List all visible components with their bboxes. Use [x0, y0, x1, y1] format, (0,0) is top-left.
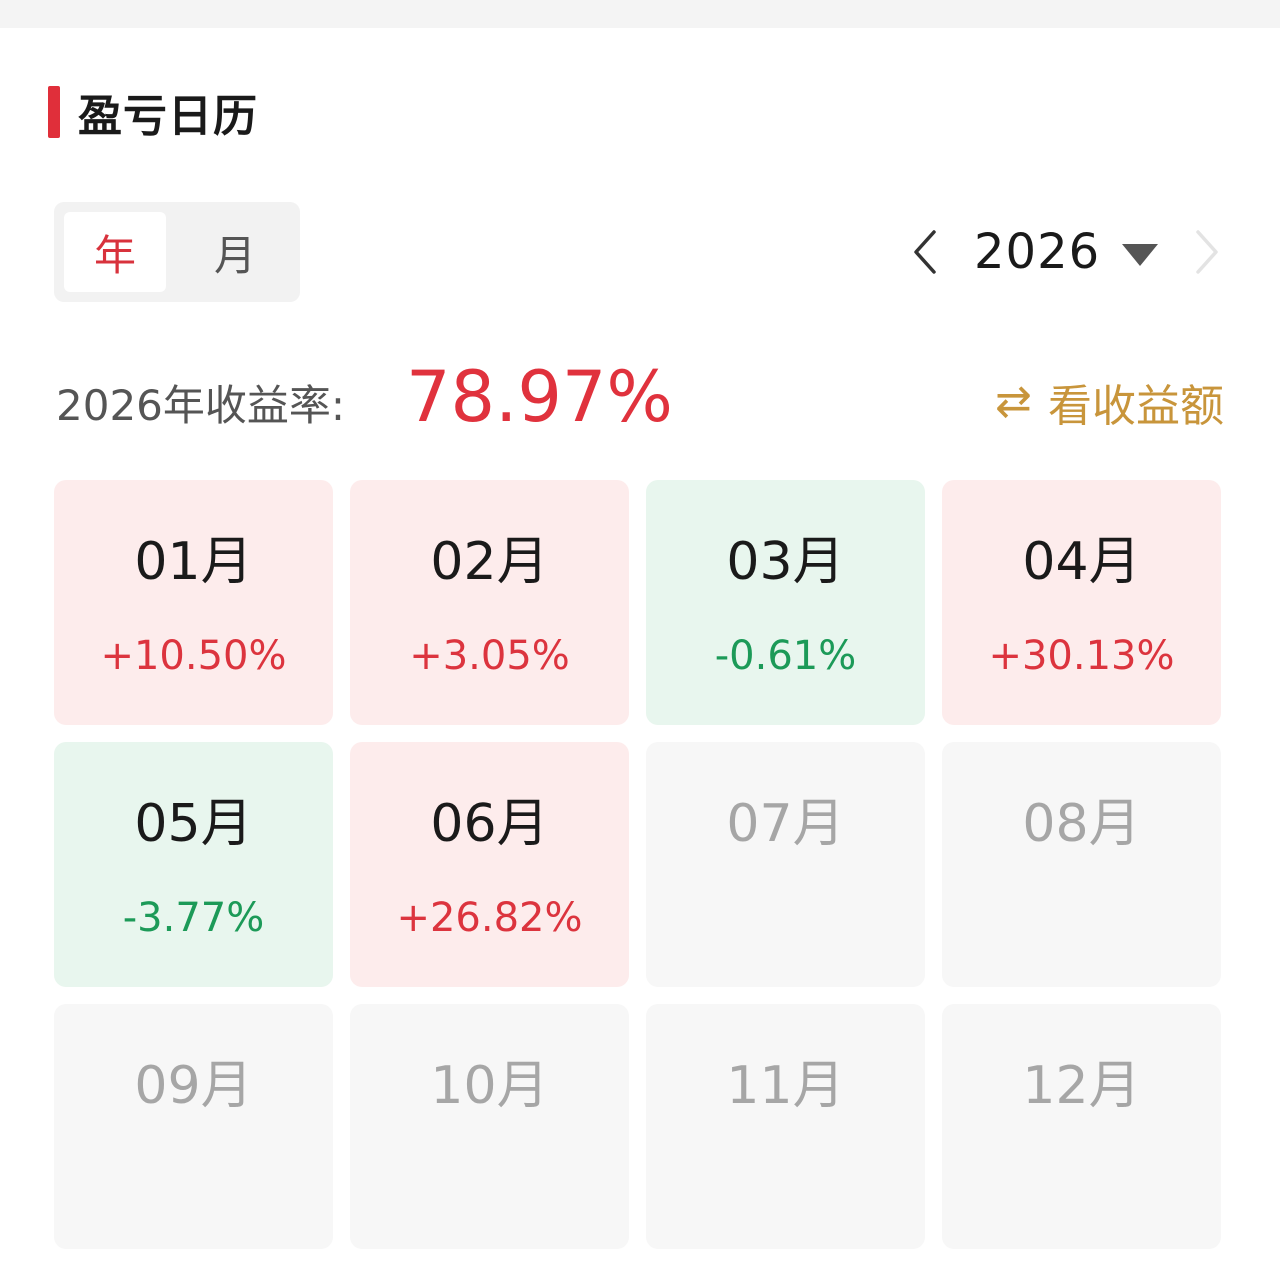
chevron-left-icon[interactable]	[906, 224, 946, 280]
month-return: -3.77%	[122, 895, 265, 941]
title-accent-bar	[48, 86, 60, 138]
month-cell[interactable]: 08月	[942, 742, 1221, 987]
month-label: 06月	[430, 794, 549, 854]
month-cell[interactable]: 02月 +3.05%	[350, 480, 629, 725]
top-divider-strip	[0, 0, 1280, 28]
section-title: 盈亏日历	[78, 91, 258, 142]
month-label: 05月	[134, 794, 253, 854]
month-label: 10月	[430, 1056, 549, 1116]
month-label: 02月	[430, 532, 549, 592]
month-label: 08月	[1022, 794, 1141, 854]
month-cell[interactable]: 05月 -3.77%	[54, 742, 333, 987]
view-amount-label: 看收益额	[1048, 381, 1224, 432]
month-cell[interactable]: 07月	[646, 742, 925, 987]
tab-year[interactable]: 年	[64, 212, 166, 292]
month-label: 12月	[1022, 1056, 1141, 1116]
month-return: +26.82%	[396, 895, 583, 941]
month-return: +3.05%	[409, 633, 570, 679]
chevron-right-icon[interactable]	[1186, 224, 1226, 280]
tab-month[interactable]: 月	[184, 212, 286, 292]
month-cell[interactable]: 12月	[942, 1004, 1221, 1249]
month-cell[interactable]: 11月	[646, 1004, 925, 1249]
view-amount-toggle[interactable]: ⇄ 看收益额	[995, 370, 1224, 434]
swap-arrows-icon: ⇄	[995, 376, 1032, 427]
month-label: 09月	[134, 1056, 253, 1116]
month-label: 11月	[726, 1056, 845, 1116]
section-header: 盈亏日历	[48, 82, 258, 142]
month-return: -0.61%	[714, 633, 857, 679]
month-cell[interactable]: 10月	[350, 1004, 629, 1249]
annual-return-value: 78.97%	[406, 356, 673, 438]
year-value: 2026	[974, 224, 1101, 280]
month-grid: 01月 +10.50% 02月 +3.05% 03月 -0.61% 04月 +3…	[54, 480, 1224, 1249]
month-cell[interactable]: 06月 +26.82%	[350, 742, 629, 987]
month-return: +30.13%	[988, 633, 1175, 679]
month-label: 01月	[134, 532, 253, 592]
month-label: 04月	[1022, 532, 1141, 592]
month-cell[interactable]: 04月 +30.13%	[942, 480, 1221, 725]
year-dropdown[interactable]: 2026	[974, 212, 1159, 292]
month-label: 03月	[726, 532, 845, 592]
year-navigator: 2026	[900, 212, 1230, 292]
month-cell[interactable]: 01月 +10.50%	[54, 480, 333, 725]
month-cell[interactable]: 03月 -0.61%	[646, 480, 925, 725]
month-cell[interactable]: 09月	[54, 1004, 333, 1249]
annual-return-row: 2026年收益率: 78.97% ⇄ 看收益额	[56, 350, 1226, 450]
month-return: +10.50%	[100, 633, 287, 679]
month-label: 07月	[726, 794, 845, 854]
annual-return-label: 2026年收益率:	[56, 381, 346, 430]
caret-down-icon	[1122, 244, 1159, 266]
period-segmented-control: 年 月	[54, 202, 300, 302]
